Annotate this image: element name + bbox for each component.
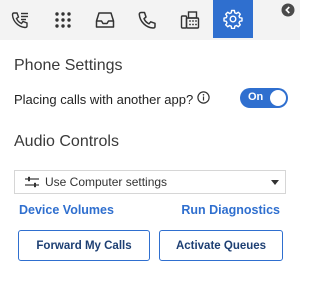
phone-icon	[137, 10, 157, 30]
tab-settings[interactable]	[213, 0, 253, 38]
inbox-icon	[95, 11, 115, 29]
settings-icon	[223, 9, 243, 29]
activate-queues-button[interactable]: Activate Queues	[159, 230, 283, 261]
chevron-left-icon	[281, 3, 295, 22]
toggle-knob	[270, 90, 286, 106]
forward-my-calls-button[interactable]: Forward My Calls	[18, 230, 150, 261]
tab-call-log[interactable]	[0, 0, 40, 40]
info-icon[interactable]	[197, 91, 210, 107]
device-volumes-link[interactable]: Device Volumes	[19, 203, 114, 217]
dialpad-icon	[54, 11, 72, 29]
toggle-state-label: On	[248, 91, 264, 103]
tab-inbox[interactable]	[85, 0, 125, 40]
tab-phone[interactable]	[127, 0, 167, 40]
fax-icon	[180, 10, 200, 30]
phone-settings-title: Phone Settings	[14, 57, 123, 74]
collapse-button[interactable]	[280, 3, 296, 22]
sliders-icon	[25, 176, 39, 188]
chevron-down-icon	[271, 180, 279, 185]
placing-calls-toggle[interactable]: On	[240, 88, 288, 108]
tab-fax[interactable]	[170, 0, 210, 40]
top-toolbar	[0, 0, 300, 40]
run-diagnostics-link[interactable]: Run Diagnostics	[181, 203, 280, 217]
placing-calls-row: Placing calls with another app?	[14, 91, 210, 107]
placing-calls-label: Placing calls with another app?	[14, 91, 194, 107]
audio-settings-select[interactable]: Use Computer settings	[14, 170, 286, 194]
audio-settings-value: Use Computer settings	[45, 175, 168, 189]
audio-controls-title: Audio Controls	[14, 133, 119, 150]
call-log-icon	[10, 10, 30, 30]
tab-dialpad[interactable]	[43, 0, 83, 40]
